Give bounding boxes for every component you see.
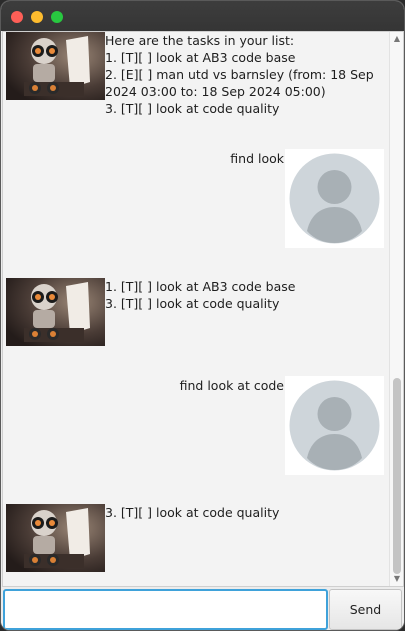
user-dialog: find look at code: [3, 375, 389, 475]
maximize-window-button[interactable]: [51, 11, 63, 23]
bot-dialog: 1. [T][ ] look at AB3 code base 3. [T][ …: [3, 278, 389, 348]
message-input[interactable]: [3, 589, 328, 630]
bot-dialog: 3. [T][ ] look at code quality: [3, 504, 389, 574]
scrollbar-thumb[interactable]: [393, 378, 401, 574]
user-message: find look at code: [179, 378, 284, 393]
robot-avatar: [6, 278, 105, 346]
bot-message: 1. [T][ ] look at AB3 code base 3. [T][ …: [105, 278, 375, 312]
user-avatar: [285, 149, 384, 248]
bot-message: Here are the tasks in your list: 1. [T][…: [105, 32, 375, 117]
message-line: 1. [T][ ] look at AB3 code base: [105, 50, 296, 65]
message-line: 2. [E][ ] man utd vs barnsley (from: 18 …: [105, 67, 374, 99]
chat-scroll-pane[interactable]: Here are the tasks in your list: 1. [T][…: [2, 31, 404, 587]
message-line: 3. [T][ ] look at code quality: [105, 296, 280, 311]
scroll-up-arrow-icon[interactable]: ▲: [390, 32, 403, 46]
close-window-button[interactable]: [11, 11, 23, 23]
user-message: find look: [230, 151, 284, 166]
message-line: 3. [T][ ] look at code quality: [105, 505, 280, 520]
message-line: Here are the tasks in your list:: [105, 33, 295, 48]
send-button[interactable]: Send: [329, 589, 402, 630]
user-avatar: [285, 376, 384, 475]
vertical-scrollbar[interactable]: ▲ ▼: [389, 32, 403, 586]
bot-dialog: Here are the tasks in your list: 1. [T][…: [3, 32, 389, 144]
robot-avatar: [6, 504, 105, 572]
robot-avatar: [6, 32, 105, 100]
app-window: Here are the tasks in your list: 1. [T][…: [0, 0, 405, 631]
title-bar: [1, 1, 404, 31]
minimize-window-button[interactable]: [31, 11, 43, 23]
input-row: Send: [1, 587, 404, 630]
user-dialog: find look: [3, 148, 389, 248]
bot-message: 3. [T][ ] look at code quality: [105, 504, 375, 521]
message-line: 1. [T][ ] look at AB3 code base: [105, 279, 296, 294]
message-line: 3. [T][ ] look at code quality: [105, 101, 280, 116]
scroll-down-arrow-icon[interactable]: ▼: [390, 572, 403, 586]
